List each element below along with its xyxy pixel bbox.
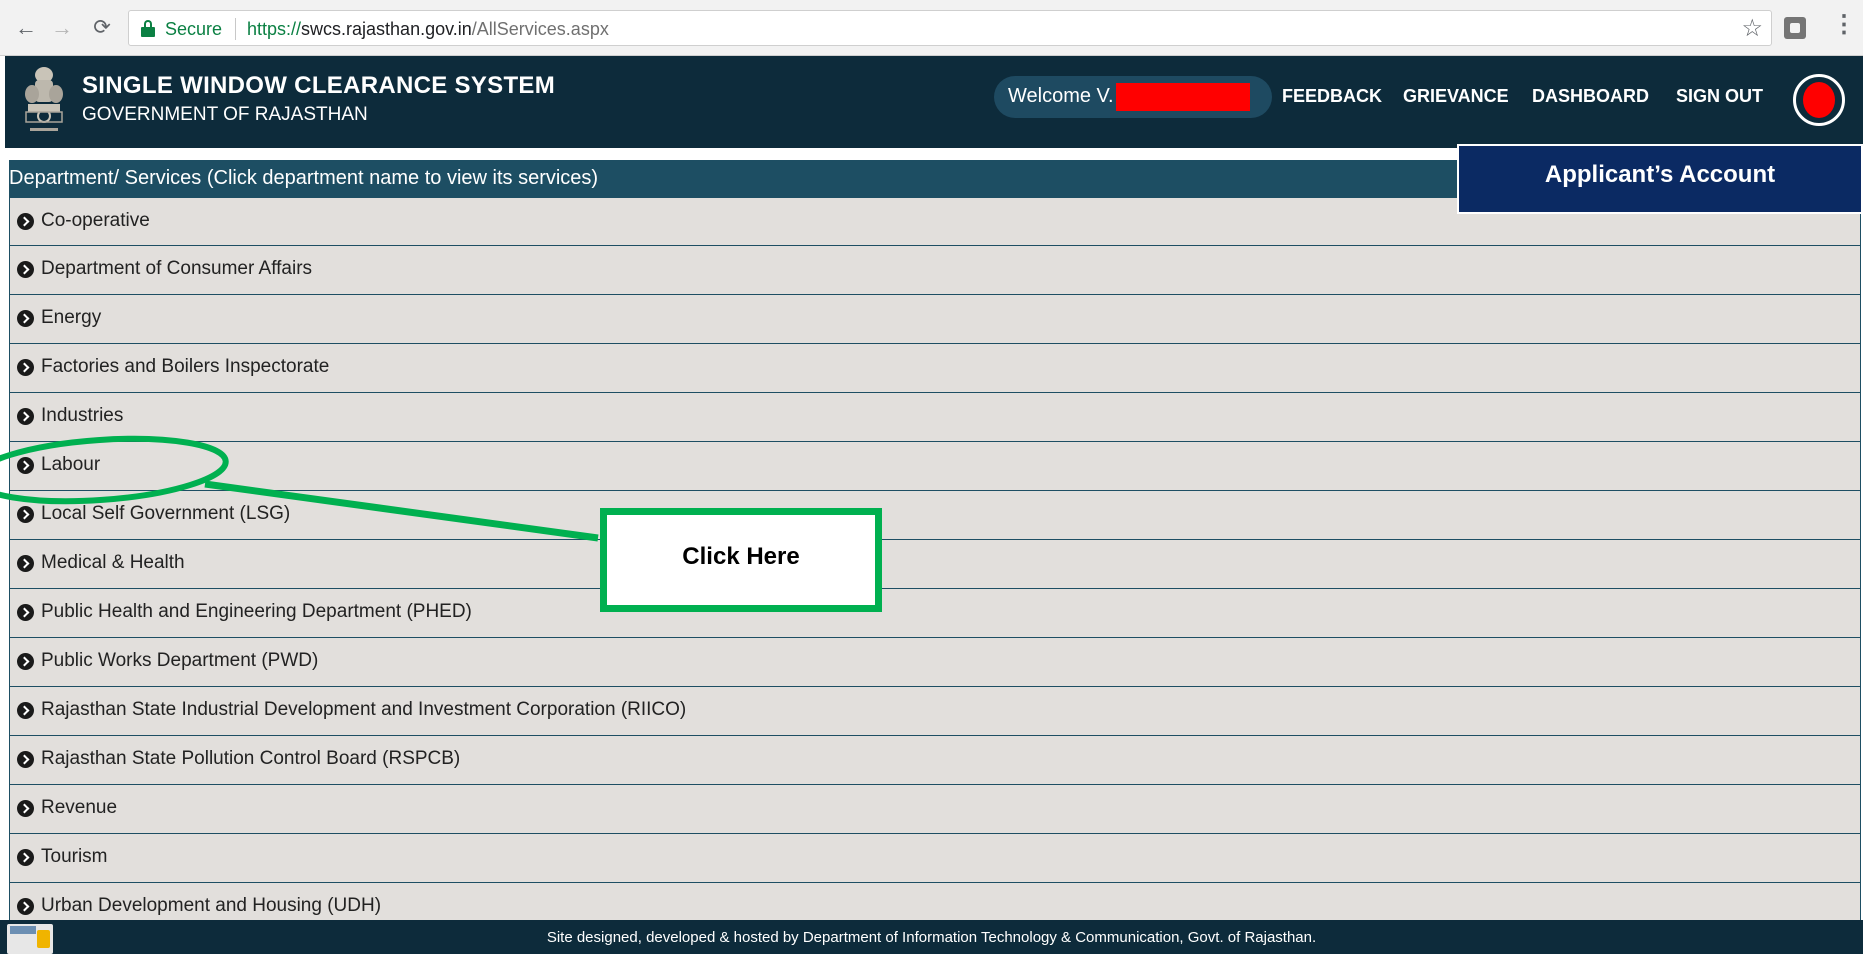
- nav-grievance-link[interactable]: GRIEVANCE: [1403, 86, 1509, 107]
- reload-icon[interactable]: ⟳: [88, 14, 116, 42]
- more-menu-icon[interactable]: ⋮: [1832, 10, 1856, 39]
- department-label[interactable]: Energy: [41, 307, 101, 329]
- lock-icon: [141, 20, 155, 37]
- welcome-text: Welcome V.: [1008, 85, 1114, 107]
- site-footer: Site designed, developed & hosted by Dep…: [0, 920, 1863, 954]
- department-label[interactable]: Urban Development and Housing (UDH): [41, 895, 381, 917]
- url-path: /AllServices.aspx: [471, 19, 609, 39]
- site-header: SINGLE WINDOW CLEARANCE SYSTEM GOVERNMEN…: [5, 56, 1863, 148]
- url-scheme: https://: [247, 19, 302, 39]
- department-label[interactable]: Rajasthan State Industrial Development a…: [41, 699, 686, 721]
- department-label[interactable]: Local Self Government (LSG): [41, 503, 290, 525]
- nav-feedback-link[interactable]: FEEDBACK: [1282, 86, 1382, 107]
- forward-arrow-icon[interactable]: →: [48, 14, 76, 42]
- department-item-riico[interactable]: Rajasthan State Industrial Development a…: [9, 687, 1861, 736]
- chevron-right-icon: [17, 555, 34, 572]
- department-list: Co-operative Department of Consumer Affa…: [9, 197, 1861, 932]
- chevron-right-icon: [17, 359, 34, 376]
- url-host: swcs.rajasthan.gov.in: [301, 19, 472, 39]
- chevron-right-icon: [17, 849, 34, 866]
- department-item-factories-boilers[interactable]: Factories and Boilers Inspectorate: [9, 344, 1861, 393]
- address-separator: [235, 18, 236, 40]
- department-label[interactable]: Industries: [41, 405, 123, 427]
- department-label[interactable]: Public Health and Engineering Department…: [41, 601, 472, 623]
- nav-dashboard-link[interactable]: DASHBOARD: [1532, 86, 1649, 107]
- chevron-right-icon: [17, 457, 34, 474]
- site-title: SINGLE WINDOW CLEARANCE SYSTEM: [82, 72, 556, 99]
- department-label[interactable]: Medical & Health: [41, 552, 185, 574]
- department-label[interactable]: Factories and Boilers Inspectorate: [41, 356, 329, 378]
- department-item-lsg[interactable]: Local Self Government (LSG): [9, 491, 1861, 540]
- browser-toolbar: ← → ⟳ Secure https://swcs.rajasthan.gov.…: [0, 0, 1863, 56]
- department-label[interactable]: Labour: [41, 454, 100, 476]
- department-label[interactable]: Rajasthan State Pollution Control Board …: [41, 748, 460, 770]
- department-item-pwd[interactable]: Public Works Department (PWD): [9, 638, 1861, 687]
- extension-icon[interactable]: [1784, 17, 1806, 39]
- nav-signout-link[interactable]: SIGN OUT: [1676, 86, 1763, 107]
- chevron-right-icon: [17, 653, 34, 670]
- department-item-consumer-affairs[interactable]: Department of Consumer Affairs: [9, 246, 1861, 295]
- state-emblem-icon: [25, 67, 63, 131]
- department-label[interactable]: Department of Consumer Affairs: [41, 258, 312, 280]
- chevron-right-icon: [17, 751, 34, 768]
- department-item-rspcb[interactable]: Rajasthan State Pollution Control Board …: [9, 736, 1861, 785]
- chevron-right-icon: [17, 702, 34, 719]
- address-bar[interactable]: Secure https://swcs.rajasthan.gov.in/All…: [128, 10, 1772, 46]
- department-label[interactable]: Co-operative: [41, 210, 150, 232]
- back-arrow-icon[interactable]: ←: [12, 14, 40, 42]
- chevron-right-icon: [17, 506, 34, 523]
- department-label[interactable]: Public Works Department (PWD): [41, 650, 318, 672]
- chevron-right-icon: [17, 604, 34, 621]
- department-item-industries[interactable]: Industries: [9, 393, 1861, 442]
- chevron-right-icon: [17, 310, 34, 327]
- bookmark-star-icon[interactable]: ☆: [1741, 14, 1763, 43]
- chevron-right-icon: [17, 800, 34, 817]
- site-subtitle: GOVERNMENT OF RAJASTHAN: [82, 104, 368, 125]
- chevron-right-icon: [17, 408, 34, 425]
- chevron-right-icon: [17, 261, 34, 278]
- department-item-energy[interactable]: Energy: [9, 295, 1861, 344]
- chevron-right-icon: [17, 213, 34, 230]
- department-item-revenue[interactable]: Revenue: [9, 785, 1861, 834]
- applicant-account-callout: Applicant’s Account: [1457, 144, 1863, 214]
- department-item-tourism[interactable]: Tourism: [9, 834, 1861, 883]
- url-text[interactable]: https://swcs.rajasthan.gov.in/AllService…: [247, 19, 609, 40]
- footer-credit-text: Site designed, developed & hosted by Dep…: [546, 929, 1317, 946]
- welcome-badge: Welcome V.: [994, 76, 1272, 118]
- department-item-phed[interactable]: Public Health and Engineering Department…: [9, 589, 1861, 638]
- department-label[interactable]: Tourism: [41, 846, 108, 868]
- department-item-medical-health[interactable]: Medical & Health: [9, 540, 1861, 589]
- click-here-callout: Click Here: [600, 508, 882, 612]
- user-avatar[interactable]: [1793, 74, 1845, 126]
- secure-label: Secure: [165, 19, 223, 39]
- department-item-labour[interactable]: Labour: [9, 442, 1861, 491]
- chevron-right-icon: [17, 898, 34, 915]
- department-label[interactable]: Revenue: [41, 797, 117, 819]
- redacted-username: [1116, 83, 1250, 111]
